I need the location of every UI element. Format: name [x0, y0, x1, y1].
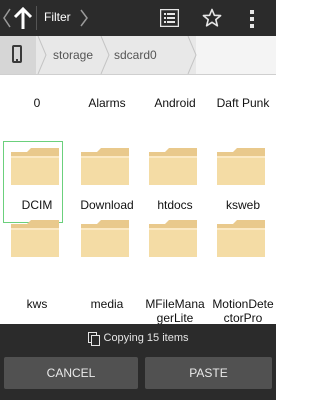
- folder-item[interactable]: media: [74, 216, 140, 311]
- folder-item[interactable]: 0: [4, 74, 70, 144]
- folder-item[interactable]: Alarms: [74, 74, 140, 144]
- cancel-button[interactable]: CANCEL: [4, 357, 138, 389]
- folder-grid: 0 Alarms Android Daft Punk DCIM Download htdoc…: [0, 74, 276, 324]
- folder-icon: [147, 216, 199, 262]
- folder-name: ksweb: [225, 198, 260, 212]
- folder-icon: [79, 216, 131, 262]
- breadcrumb-separator: [100, 36, 110, 74]
- folder-name: 0: [33, 96, 41, 110]
- folder-name: MotionDetectorPro: [212, 297, 274, 324]
- folder-name: DCIM: [21, 198, 53, 212]
- list-view-icon[interactable]: [160, 9, 179, 27]
- breadcrumb: storage sdcard0: [0, 36, 276, 75]
- breadcrumb-separator: [37, 36, 47, 74]
- folder-name: Download: [80, 198, 134, 212]
- chevron-left-icon[interactable]: [2, 6, 12, 30]
- action-bar: Filter: [0, 0, 276, 36]
- folder-item[interactable]: kws: [4, 216, 70, 311]
- phone-icon: [12, 45, 22, 63]
- folder-item[interactable]: htdocs: [142, 144, 208, 216]
- folder-name: kws: [26, 297, 48, 311]
- folder-item[interactable]: Daft Punk: [210, 74, 276, 144]
- folder-item[interactable]: DCIM: [3, 141, 70, 223]
- copy-status: Copying 15 items: [0, 332, 276, 347]
- folder-name: Daft Punk: [216, 96, 270, 110]
- folder-icon: [147, 144, 199, 190]
- folder-item[interactable]: MotionDetectorPro: [210, 216, 276, 324]
- folder-item[interactable]: Download: [74, 144, 140, 216]
- folder-icon: [215, 144, 267, 190]
- folder-name: MFileManagerLite: [145, 297, 205, 324]
- folder-item[interactable]: MFileManagerLite: [142, 216, 208, 324]
- breadcrumb-separator: [187, 36, 197, 74]
- copy-status-text: Copying 15 items: [103, 332, 189, 344]
- device-root-button[interactable]: [0, 36, 36, 74]
- copy-panel: Copying 15 items CANCEL PASTE: [0, 324, 276, 400]
- folder-icon: [215, 216, 267, 262]
- filter-title[interactable]: Filter: [44, 10, 71, 24]
- folder-name: Alarms: [88, 96, 126, 110]
- folder-item[interactable]: ksweb: [210, 144, 276, 216]
- overflow-menu-icon[interactable]: [248, 8, 256, 28]
- folder-icon: [79, 144, 131, 190]
- divider: [36, 6, 37, 30]
- breadcrumb-item-sdcard0[interactable]: sdcard0: [114, 48, 157, 62]
- copy-icon: [87, 332, 100, 347]
- folder-name: media: [90, 297, 124, 311]
- chevron-right-icon[interactable]: [79, 8, 89, 28]
- folder-item[interactable]: Android: [142, 74, 208, 144]
- paste-button[interactable]: PASTE: [145, 357, 272, 389]
- star-icon[interactable]: [202, 8, 222, 28]
- folder-icon: [9, 216, 61, 262]
- folder-name: Android: [154, 96, 196, 110]
- up-arrow-icon[interactable]: [12, 5, 34, 31]
- breadcrumb-item-storage[interactable]: storage: [53, 48, 93, 62]
- folder-icon: [9, 144, 61, 190]
- folder-name: htdocs: [157, 198, 193, 212]
- breadcrumb-empty-area: [196, 36, 276, 74]
